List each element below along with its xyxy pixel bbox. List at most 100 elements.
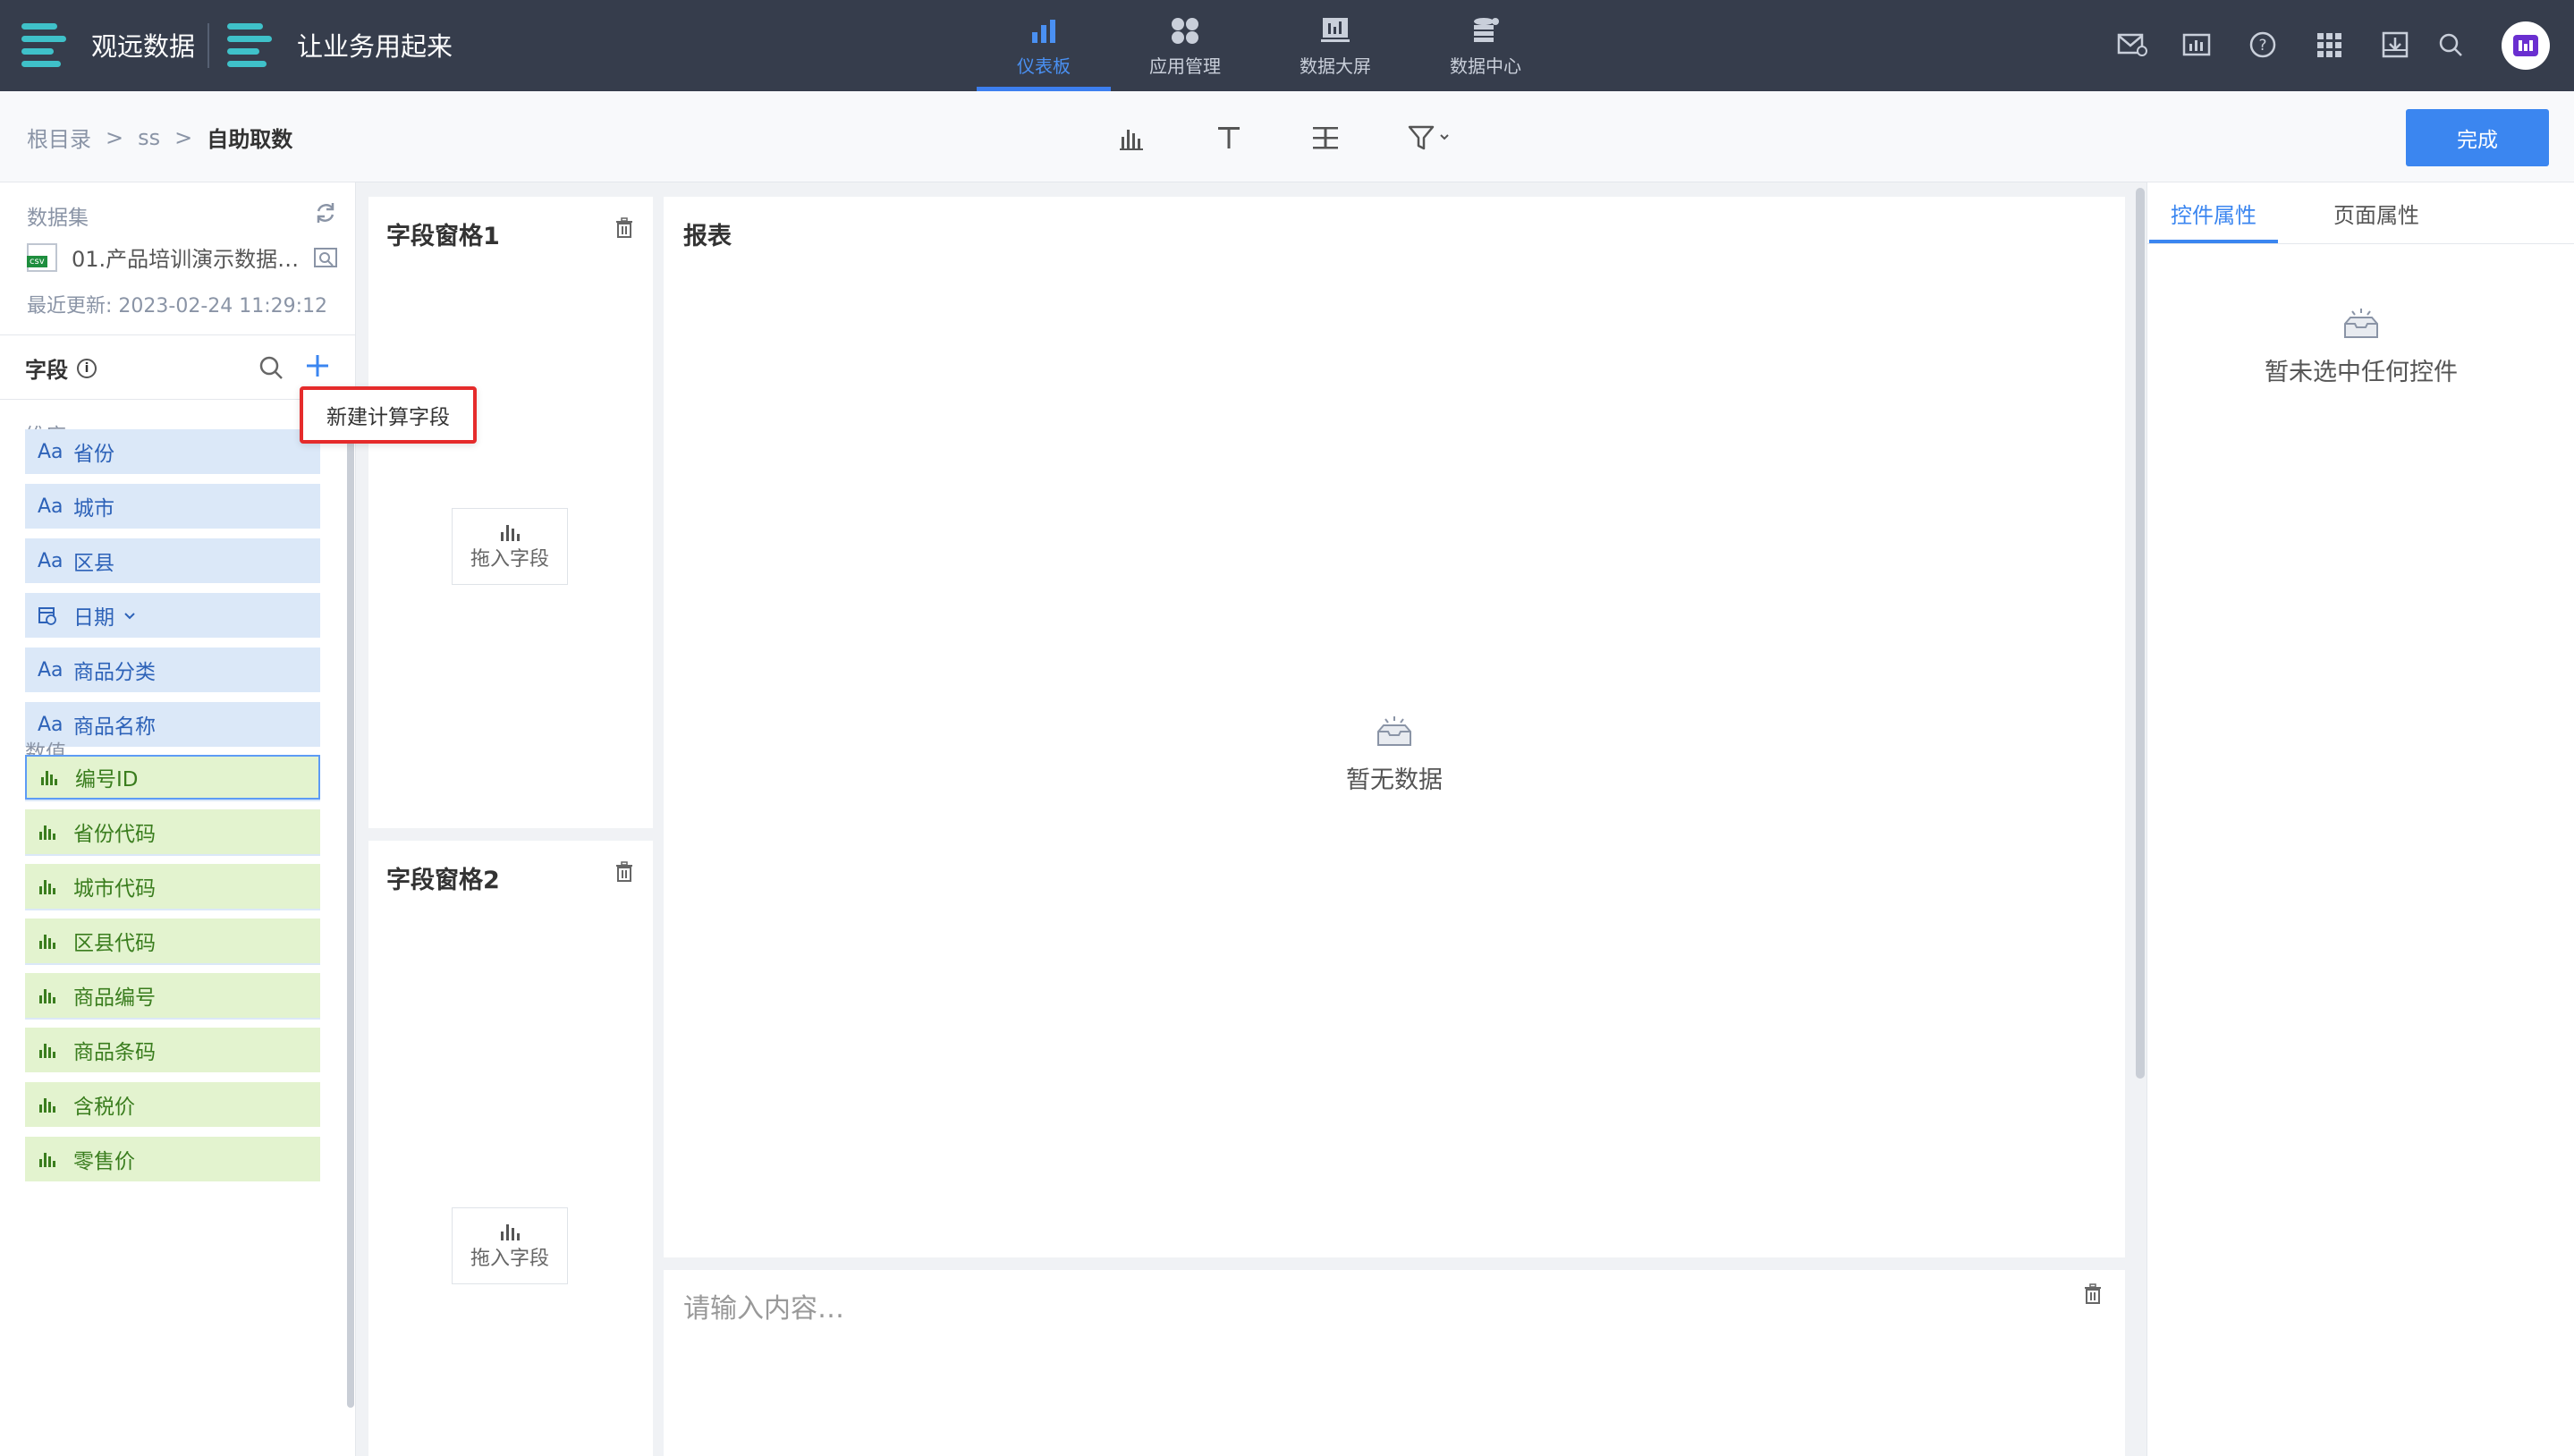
avatar[interactable] xyxy=(2502,21,2550,70)
breadcrumb-folder[interactable]: ss xyxy=(138,125,160,150)
dimension-field[interactable]: Aa 商品分类 xyxy=(25,648,320,692)
dimension-field[interactable]: Aa 城市 xyxy=(25,484,320,529)
dimension-field[interactable]: Aa 区县 xyxy=(25,538,320,583)
text-type-icon: Aa xyxy=(38,440,64,463)
field-label: 商品分类 xyxy=(73,661,156,684)
refresh-dataset-icon[interactable] xyxy=(313,200,340,227)
add-divider-button[interactable] xyxy=(1306,118,1345,157)
field-label: 省份 xyxy=(73,443,114,466)
nav-tab-label: 仪表板 xyxy=(1017,55,1071,77)
empty-inbox-icon xyxy=(1377,716,1411,746)
rich-text-box[interactable]: 请输入内容… xyxy=(664,1270,2125,1456)
field-label: 城市代码 xyxy=(73,877,156,901)
field-label: 零售价 xyxy=(73,1150,135,1173)
nav-tab-label: 应用管理 xyxy=(1149,55,1221,77)
breadcrumb: 根目录 > ss > 自助取数 xyxy=(27,122,292,153)
divider xyxy=(0,334,355,335)
trash-icon[interactable] xyxy=(614,216,639,241)
calendar-icon xyxy=(38,605,63,625)
field-label: 省份代码 xyxy=(73,823,156,846)
measure-field[interactable]: 区县代码 xyxy=(25,918,320,963)
breadcrumb-separator: > xyxy=(106,124,124,150)
filter-icon xyxy=(1408,125,1449,150)
report-canvas[interactable]: 报表 暂无数据 xyxy=(664,197,2125,1257)
text-input-placeholder[interactable]: 请输入内容… xyxy=(683,1286,844,1325)
search-icon[interactable] xyxy=(2433,27,2468,63)
fields-title: 字段 xyxy=(25,358,68,383)
drop-field-zone[interactable]: 拖入字段 xyxy=(452,1207,568,1284)
dataset-label: 数据集 xyxy=(27,207,89,230)
nav-tab-app-management[interactable]: 应用管理 xyxy=(1118,0,1252,91)
trash-icon[interactable] xyxy=(2082,1282,2107,1308)
brand-workspace[interactable]: 让业务用起来 xyxy=(227,18,453,72)
brand-divider xyxy=(207,23,209,68)
add-filter-button[interactable] xyxy=(1404,118,1458,157)
measure-field[interactable]: 商品编号 xyxy=(25,973,320,1018)
divider-icon xyxy=(1313,127,1338,149)
drop-field-label: 拖入字段 xyxy=(470,548,549,571)
empty-state: 暂无数据 xyxy=(1290,715,1499,795)
measure-field[interactable]: 省份代码 xyxy=(25,809,320,854)
empty-text: 暂无数据 xyxy=(1346,766,1443,794)
nav-tab-label: 数据中心 xyxy=(1450,55,1521,77)
bar-chart-icon xyxy=(39,768,64,786)
empty-text: 暂未选中任何控件 xyxy=(2265,359,2458,386)
nav-tab-data-screen[interactable]: 数据大屏 xyxy=(1268,0,1402,91)
bar-chart-icon xyxy=(38,1096,63,1113)
measure-field[interactable]: 城市代码 xyxy=(25,864,320,909)
breadcrumb-root[interactable]: 根目录 xyxy=(27,122,91,153)
bar-chart-icon xyxy=(501,525,520,541)
add-chart-button[interactable] xyxy=(1113,118,1152,157)
info-icon[interactable]: i xyxy=(77,358,97,378)
bar-chart-icon xyxy=(501,1224,520,1240)
preview-dataset-icon[interactable] xyxy=(313,245,340,272)
download-icon[interactable] xyxy=(2377,27,2413,63)
field-label: 区县 xyxy=(73,552,114,575)
measure-field[interactable]: 含税价 xyxy=(25,1082,320,1127)
dashboard-icon[interactable] xyxy=(2179,27,2214,63)
measure-field[interactable]: 商品条码 xyxy=(25,1028,320,1072)
tab-control-properties[interactable]: 控件属性 xyxy=(2149,182,2278,243)
apps-grid-icon xyxy=(1170,14,1200,45)
svg-text:?: ? xyxy=(2258,37,2266,55)
nav-tab-data-center[interactable]: 数据中心 xyxy=(1418,0,1553,91)
measure-field[interactable]: 零售价 xyxy=(25,1137,320,1181)
mail-icon[interactable] xyxy=(2114,27,2150,63)
field-label: 商品名称 xyxy=(73,715,156,739)
nav-tab-dashboard[interactable]: 仪表板 xyxy=(977,0,1111,91)
field-pane-1[interactable]: 字段窗格1 拖入字段 xyxy=(368,197,653,828)
fields-header: 字段 i xyxy=(25,352,97,384)
dimension-field[interactable]: Aa 省份 xyxy=(25,429,320,474)
brand-guandata[interactable]: 观远数据 xyxy=(21,18,195,72)
tab-page-properties[interactable]: 页面属性 xyxy=(2312,182,2441,243)
field-label: 编号ID xyxy=(75,768,139,791)
done-button[interactable]: 完成 xyxy=(2406,109,2549,166)
chevron-down-icon[interactable] xyxy=(123,607,136,624)
breadcrumb-separator: > xyxy=(174,124,193,150)
workspace-logo-icon xyxy=(227,22,272,67)
bar-chart-icon xyxy=(38,877,63,895)
field-pane-2[interactable]: 字段窗格2 拖入字段 xyxy=(368,841,653,1456)
measure-field[interactable]: 编号ID xyxy=(25,755,320,800)
workspace-name: 让业务用起来 xyxy=(297,31,453,62)
add-calculated-field-button[interactable] xyxy=(302,352,333,383)
new-calculated-field-tooltip[interactable]: 新建计算字段 xyxy=(300,386,477,444)
add-text-button[interactable] xyxy=(1209,118,1249,157)
dataset-item[interactable]: csv 01.产品培训演示数据… xyxy=(27,241,313,273)
dimension-field[interactable]: 日期 xyxy=(25,593,320,638)
chart-icon xyxy=(1120,130,1143,150)
dataset-field-panel: 数据集 csv 01.产品培训演示数据… 最近更新: 2023-02-24 11… xyxy=(0,182,356,1456)
drop-field-zone[interactable]: 拖入字段 xyxy=(452,508,568,585)
properties-panel: 控件属性 页面属性 暂未选中任何控件 xyxy=(2146,182,2574,1456)
trash-icon[interactable] xyxy=(614,860,639,885)
field-list-scrollbar[interactable] xyxy=(347,433,354,1408)
csv-file-icon: csv xyxy=(27,242,57,272)
help-icon[interactable]: ? xyxy=(2245,27,2281,63)
dimension-field[interactable]: Aa 商品名称 xyxy=(25,702,320,747)
app-grid-icon[interactable] xyxy=(2311,27,2347,63)
empty-inbox-icon xyxy=(2344,309,2378,338)
search-fields-button[interactable] xyxy=(258,354,288,385)
canvas-scrollbar[interactable] xyxy=(2136,188,2145,1079)
plus-icon xyxy=(307,355,328,377)
text-type-icon: Aa xyxy=(38,549,64,572)
